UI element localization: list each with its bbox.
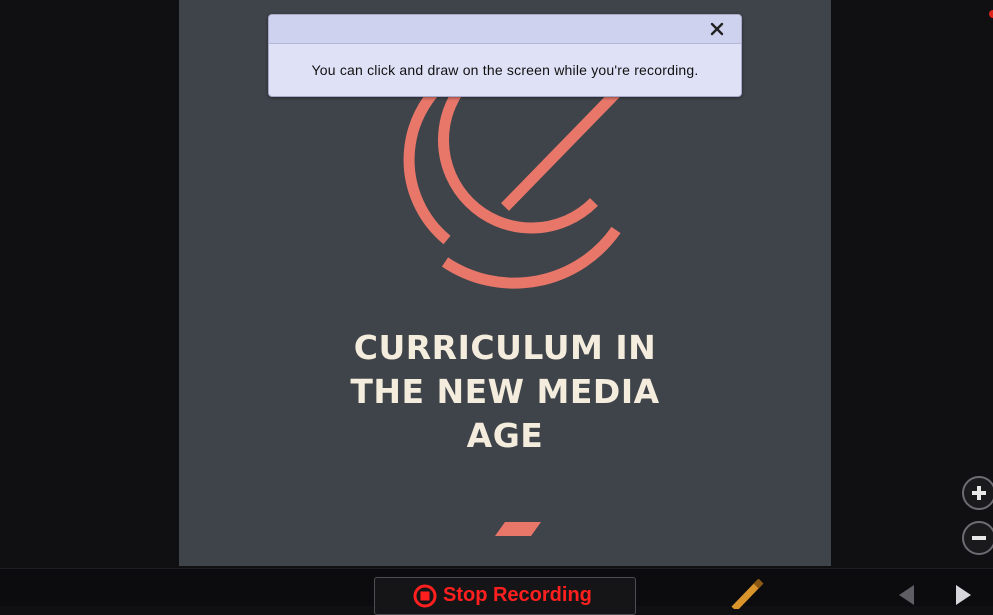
slide-title-line: AGE bbox=[466, 416, 544, 455]
recording-toolbar: Stop Recording bbox=[0, 568, 993, 615]
stop-recording-button[interactable]: Stop Recording bbox=[374, 577, 636, 615]
zoom-in-button[interactable] bbox=[962, 476, 993, 510]
recording-tip-popup: You can click and draw on the screen whi… bbox=[268, 14, 742, 97]
slide-title-line: CURRICULUM IN bbox=[353, 328, 657, 367]
slide-title: CURRICULUM IN THE NEW MEDIA AGE bbox=[179, 326, 831, 458]
stop-circle-icon bbox=[413, 584, 437, 608]
plus-icon bbox=[972, 486, 986, 500]
zoom-out-button[interactable] bbox=[962, 521, 993, 555]
recording-indicator bbox=[989, 10, 993, 18]
minus-icon bbox=[972, 536, 986, 540]
slide-title-line: THE NEW MEDIA bbox=[350, 372, 660, 411]
triangle-left-icon[interactable] bbox=[896, 583, 916, 607]
accent-bar bbox=[495, 522, 541, 536]
close-icon[interactable] bbox=[709, 21, 725, 37]
triangle-right-icon[interactable] bbox=[954, 583, 974, 607]
popup-message: You can click and draw on the screen whi… bbox=[311, 62, 699, 78]
popup-header bbox=[269, 15, 741, 44]
stop-recording-label: Stop Recording bbox=[443, 584, 592, 606]
